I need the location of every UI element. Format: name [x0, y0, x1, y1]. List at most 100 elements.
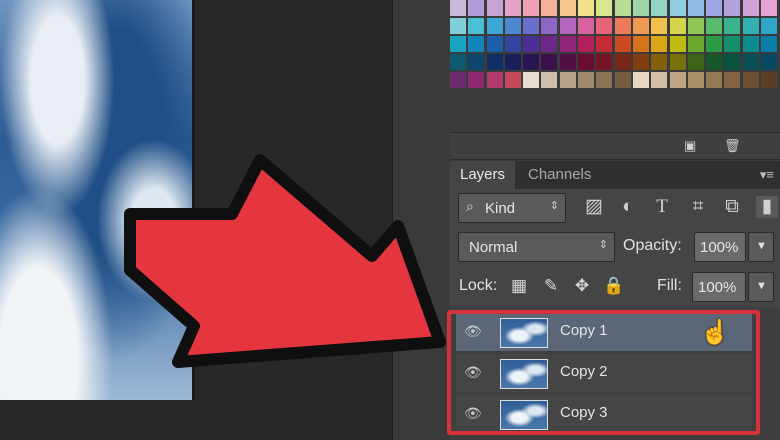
color-swatch[interactable] [541, 0, 558, 16]
smart-object-filter-icon[interactable]: ⧉ [721, 196, 743, 218]
color-swatch[interactable] [761, 0, 778, 16]
color-swatch[interactable] [669, 18, 686, 34]
color-swatch[interactable] [559, 18, 576, 34]
color-swatch[interactable] [706, 18, 723, 34]
color-swatch[interactable] [651, 54, 668, 70]
color-swatch[interactable] [559, 54, 576, 70]
color-swatch[interactable] [651, 0, 668, 16]
color-swatch[interactable] [706, 72, 723, 88]
color-swatch[interactable] [450, 54, 466, 70]
color-swatch[interactable] [687, 18, 704, 34]
color-swatch[interactable] [687, 36, 704, 52]
color-swatch[interactable] [669, 54, 686, 70]
lock-transparency-icon[interactable]: ▦ [508, 275, 530, 297]
panel-menu-icon[interactable]: ▾≡ [760, 167, 774, 183]
color-swatch[interactable] [724, 18, 741, 34]
color-swatch[interactable] [523, 36, 540, 52]
color-swatch[interactable] [687, 0, 704, 16]
color-swatch[interactable] [669, 36, 686, 52]
color-swatch[interactable] [742, 0, 759, 16]
color-swatch[interactable] [761, 72, 778, 88]
color-swatch[interactable] [504, 18, 521, 34]
color-swatch[interactable] [596, 36, 613, 52]
opacity-input[interactable]: 100% [694, 232, 746, 262]
fill-dropdown-button[interactable]: ▼ [748, 272, 774, 302]
color-swatch[interactable] [669, 72, 686, 88]
color-swatch[interactable] [761, 18, 778, 34]
color-swatch[interactable] [687, 72, 704, 88]
color-swatch[interactable] [468, 54, 485, 70]
color-swatch[interactable] [614, 36, 631, 52]
color-swatch[interactable] [651, 18, 668, 34]
color-swatch[interactable] [578, 18, 595, 34]
color-swatch[interactable] [523, 72, 540, 88]
color-swatch[interactable] [614, 72, 631, 88]
color-swatch[interactable] [706, 54, 723, 70]
color-swatch[interactable] [742, 54, 759, 70]
color-swatch[interactable] [706, 0, 723, 16]
blend-mode-select[interactable]: Normal ⇕ [458, 232, 615, 262]
color-swatch[interactable] [541, 18, 558, 34]
color-swatch[interactable] [632, 0, 649, 16]
color-swatch[interactable] [541, 36, 558, 52]
opacity-dropdown-button[interactable]: ▼ [748, 232, 774, 262]
color-swatch[interactable] [523, 54, 540, 70]
pixel-filter-icon[interactable]: ▨ [583, 196, 605, 218]
color-swatch[interactable] [761, 36, 778, 52]
color-swatch[interactable] [669, 0, 686, 16]
color-swatch[interactable] [523, 18, 540, 34]
color-swatch[interactable] [486, 54, 503, 70]
color-swatch[interactable] [742, 72, 759, 88]
color-swatch[interactable] [614, 54, 631, 70]
color-swatch[interactable] [523, 0, 540, 16]
color-swatch[interactable] [651, 72, 668, 88]
color-swatch[interactable] [559, 0, 576, 16]
fill-input[interactable]: 100% [692, 272, 746, 302]
color-swatch[interactable] [724, 72, 741, 88]
color-swatch[interactable] [504, 54, 521, 70]
shape-filter-icon[interactable]: ⌗ [687, 196, 709, 218]
type-filter-icon[interactable]: T [651, 196, 673, 218]
color-swatch[interactable] [486, 72, 503, 88]
color-swatch[interactable] [578, 36, 595, 52]
color-swatch[interactable] [578, 0, 595, 16]
color-swatch[interactable] [559, 36, 576, 52]
color-swatch[interactable] [486, 18, 503, 34]
color-swatch[interactable] [486, 36, 503, 52]
color-swatch[interactable] [706, 36, 723, 52]
lock-pixels-icon[interactable]: ✎ [540, 275, 562, 297]
color-swatch[interactable] [504, 36, 521, 52]
trash-icon[interactable]: 🗑 [724, 139, 741, 153]
color-swatch[interactable] [632, 72, 649, 88]
color-swatch[interactable] [450, 72, 466, 88]
color-swatch[interactable] [687, 54, 704, 70]
tab-layers[interactable]: Layers [450, 161, 516, 189]
color-swatch[interactable] [450, 18, 466, 34]
color-swatch[interactable] [596, 0, 613, 16]
color-swatch[interactable] [614, 0, 631, 16]
color-swatch[interactable] [578, 54, 595, 70]
color-swatch[interactable] [761, 54, 778, 70]
lock-position-icon[interactable]: ✥ [571, 275, 593, 297]
color-swatch[interactable] [742, 36, 759, 52]
color-swatch[interactable] [632, 36, 649, 52]
color-swatch[interactable] [559, 72, 576, 88]
color-swatch[interactable] [614, 18, 631, 34]
color-swatch[interactable] [724, 0, 741, 16]
color-swatch[interactable] [632, 18, 649, 34]
color-swatch[interactable] [504, 0, 521, 16]
filter-toggle-icon[interactable]: ▮ [756, 196, 778, 218]
color-swatch[interactable] [486, 0, 503, 16]
color-swatch[interactable] [742, 18, 759, 34]
color-swatch[interactable] [596, 72, 613, 88]
color-swatch[interactable] [504, 72, 521, 88]
color-swatch[interactable] [468, 18, 485, 34]
color-swatch[interactable] [596, 18, 613, 34]
color-swatch[interactable] [468, 0, 485, 16]
kind-filter-select[interactable]: ⌕ Kind ⇕ [458, 193, 566, 223]
color-swatch[interactable] [468, 72, 485, 88]
adjustment-filter-icon[interactable]: ◐ [617, 196, 639, 218]
color-swatch[interactable] [468, 36, 485, 52]
color-swatch[interactable] [724, 54, 741, 70]
color-swatch[interactable] [450, 0, 466, 16]
